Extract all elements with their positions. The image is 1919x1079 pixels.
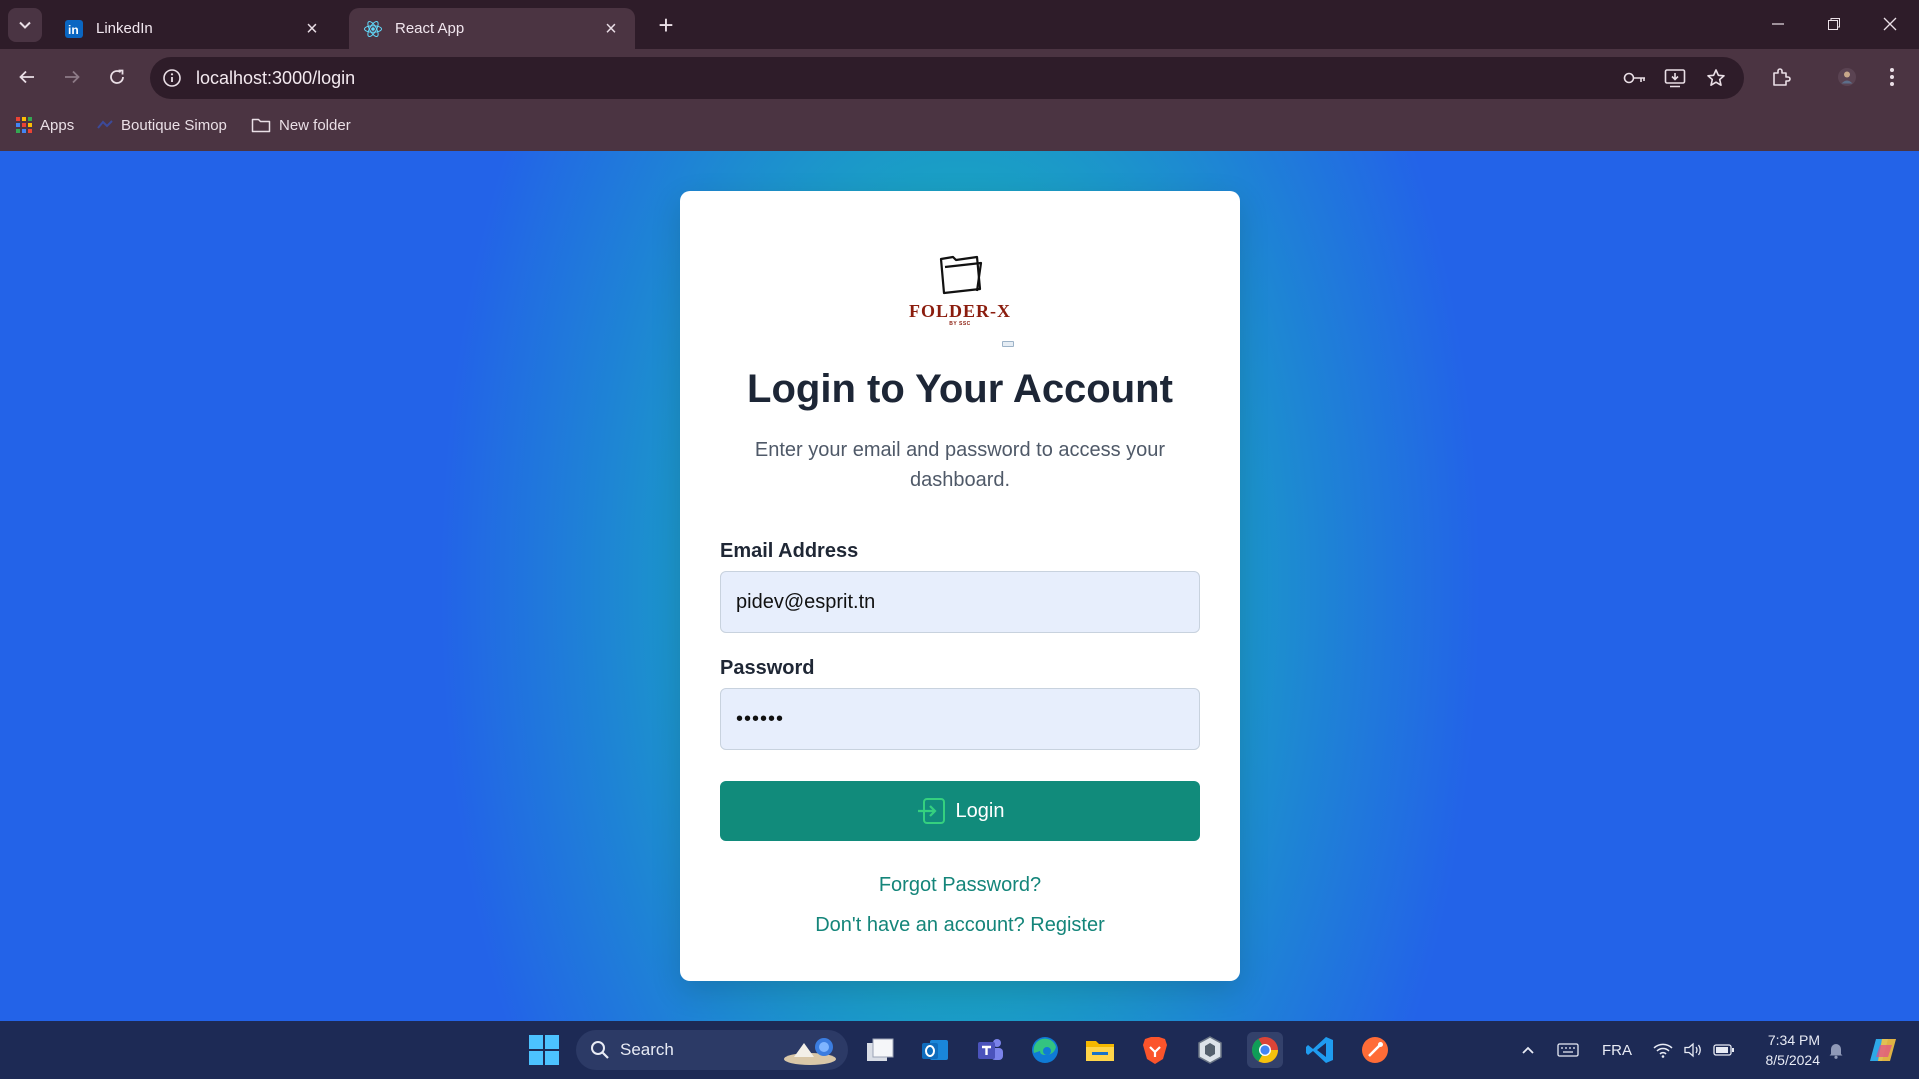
site-favicon-icon xyxy=(97,119,113,131)
copilot-icon[interactable] xyxy=(1864,1032,1904,1068)
password-label: Password xyxy=(720,657,815,679)
login-page-background: FOLDER-X BY SSC Login to Your Account En… xyxy=(0,151,1919,1021)
search-highlight-icon xyxy=(784,1038,836,1065)
password-key-icon[interactable] xyxy=(1622,66,1648,90)
restore-icon xyxy=(1828,18,1840,30)
close-window-button[interactable] xyxy=(1862,8,1918,40)
bookmark-star-icon[interactable] xyxy=(1703,66,1729,90)
reload-button[interactable] xyxy=(100,60,134,94)
more-vertical-icon xyxy=(1890,68,1894,86)
volume-icon[interactable] xyxy=(1680,1038,1706,1062)
chrome-icon[interactable] xyxy=(1247,1032,1283,1068)
email-field[interactable]: pidev@esprit.tn xyxy=(720,571,1200,633)
puzzle-icon xyxy=(1773,68,1791,86)
taskbar-search-box[interactable]: Search xyxy=(576,1030,848,1070)
bookmark-label: Apps xyxy=(40,116,75,134)
password-field[interactable]: •••••• xyxy=(720,688,1200,750)
tab-linkedin[interactable]: in LinkedIn × xyxy=(50,8,336,49)
arrow-left-icon xyxy=(19,70,34,84)
notification-bell-icon[interactable] xyxy=(1826,1038,1846,1062)
edge-icon[interactable] xyxy=(1027,1032,1063,1068)
login-enter-icon xyxy=(916,797,946,825)
new-tab-button[interactable]: + xyxy=(651,12,681,38)
tab-react-app[interactable]: React App × xyxy=(349,8,635,49)
windows-taskbar: Search FRA 7:34 PM 8/5/2024 xyxy=(0,1021,1919,1079)
tab-search-button[interactable] xyxy=(8,8,42,42)
folder-x-logo: FOLDER-X BY SSC xyxy=(900,249,1020,329)
login-button[interactable]: Login xyxy=(720,781,1200,841)
battery-icon[interactable] xyxy=(1710,1038,1738,1062)
bookmark-boutique-simop[interactable]: Boutique Simop xyxy=(97,113,227,137)
react-icon xyxy=(363,19,383,39)
search-icon xyxy=(591,1041,609,1059)
logo-text: FOLDER-X xyxy=(909,301,1011,321)
close-tab-icon[interactable]: × xyxy=(599,19,623,39)
linkedin-icon: in xyxy=(64,19,84,39)
chevron-down-icon xyxy=(19,21,31,29)
forward-button[interactable] xyxy=(55,60,89,94)
avatar-icon xyxy=(1838,68,1856,86)
site-info-icon[interactable] xyxy=(162,68,182,88)
profile-avatar-button[interactable] xyxy=(1830,60,1864,94)
page-title: Login to Your Account xyxy=(747,367,1173,411)
bookmark-new-folder[interactable]: New folder xyxy=(251,113,351,137)
broken-image-placeholder xyxy=(1002,341,1014,347)
app-icon[interactable] xyxy=(1192,1032,1228,1068)
url-text: localhost:3000/login xyxy=(196,68,356,88)
back-button[interactable] xyxy=(10,60,44,94)
vscode-icon[interactable] xyxy=(1302,1032,1338,1068)
browser-tab-strip: in LinkedIn × React App × + xyxy=(0,0,1919,49)
reload-icon xyxy=(110,69,124,84)
extensions-button[interactable] xyxy=(1764,60,1798,94)
login-button-label: Login xyxy=(955,799,1005,822)
browser-menu-button[interactable] xyxy=(1875,60,1909,94)
brave-icon[interactable] xyxy=(1137,1032,1173,1068)
system-clock[interactable]: 7:34 PM 8/5/2024 xyxy=(1748,1030,1821,1070)
keyboard-icon[interactable] xyxy=(1555,1038,1581,1062)
close-icon xyxy=(1883,17,1897,31)
page-subtitle: Enter your email and password to access … xyxy=(754,439,1166,491)
arrow-right-icon xyxy=(65,70,80,84)
postman-icon[interactable] xyxy=(1357,1032,1393,1068)
restore-button[interactable] xyxy=(1806,8,1862,40)
svg-text:in: in xyxy=(68,23,79,37)
logo-subtext: BY SSC xyxy=(949,321,971,327)
minimize-button[interactable] xyxy=(1750,8,1806,40)
outlook-icon[interactable] xyxy=(917,1032,953,1068)
clock-time: 7:34 PM xyxy=(1767,1032,1820,1048)
login-card: FOLDER-X BY SSC Login to Your Account En… xyxy=(680,191,1240,981)
task-view-icon[interactable] xyxy=(862,1032,898,1068)
teams-icon[interactable] xyxy=(972,1032,1008,1068)
folder-icon xyxy=(251,117,271,133)
folder-logo-icon xyxy=(939,255,983,295)
windows-start-icon[interactable] xyxy=(526,1032,562,1068)
taskbar-search-label: Search xyxy=(620,1040,674,1059)
bookmark-label: New folder xyxy=(279,116,351,134)
tab-title: LinkedIn xyxy=(96,20,153,37)
file-explorer-icon[interactable] xyxy=(1082,1032,1118,1068)
tab-title: React App xyxy=(395,20,465,37)
show-hidden-icons-chevron[interactable] xyxy=(1518,1038,1538,1062)
install-app-icon[interactable] xyxy=(1662,66,1688,90)
forgot-password-link[interactable]: Forgot Password? xyxy=(680,874,1240,897)
bookmark-apps[interactable]: Apps xyxy=(16,113,74,137)
language-indicator[interactable]: FRA xyxy=(1597,1038,1637,1062)
email-label: Email Address xyxy=(720,540,859,562)
close-tab-icon[interactable]: × xyxy=(300,19,324,39)
minimize-icon xyxy=(1772,23,1784,25)
address-bar[interactable]: localhost:3000/login xyxy=(150,57,1744,99)
bookmark-label: Boutique Simop xyxy=(121,116,227,134)
clock-date: 8/5/2024 xyxy=(1765,1052,1821,1068)
wifi-icon[interactable] xyxy=(1650,1038,1676,1062)
apps-grid-icon xyxy=(16,117,32,133)
register-link[interactable]: Don't have an account? Register xyxy=(680,914,1240,937)
